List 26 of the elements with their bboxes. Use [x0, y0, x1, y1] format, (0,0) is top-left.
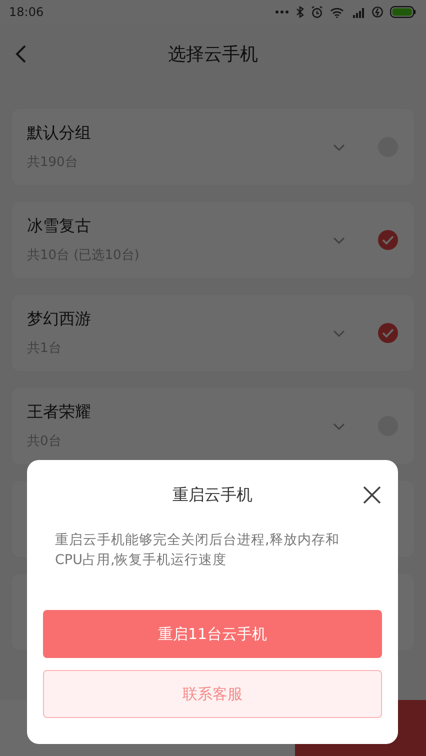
- contact-support-button[interactable]: 联系客服: [43, 670, 382, 718]
- restart-button[interactable]: 重启11台云手机: [43, 610, 382, 658]
- select-checkbox[interactable]: [378, 323, 398, 343]
- alarm-icon: [311, 6, 323, 18]
- charging-icon: [372, 6, 383, 18]
- dialog-message: 重启云手机能够完全关闭后台进程,释放内存和CPU占用,恢复手机运行速度: [55, 531, 340, 570]
- select-checkbox[interactable]: [378, 230, 398, 250]
- group-name: 王者荣耀: [27, 402, 92, 423]
- group-name: 冰雪复古: [27, 216, 92, 237]
- checkmark-icon: [382, 328, 394, 338]
- group-name: 梦幻西游: [27, 309, 92, 330]
- battery-icon: [390, 6, 416, 18]
- group-name: 默认分组: [27, 123, 92, 144]
- chevron-down-icon[interactable]: [332, 235, 346, 245]
- wifi-icon: [330, 6, 344, 18]
- bluetooth-icon: [296, 6, 304, 18]
- page-title: 选择云手机: [168, 43, 258, 66]
- dialog-title: 重启云手机: [172, 484, 252, 506]
- signal-icon: [351, 6, 365, 18]
- chevron-down-icon[interactable]: [332, 421, 346, 431]
- chevron-down-icon[interactable]: [332, 328, 346, 338]
- more-dots-icon: [275, 10, 289, 14]
- close-icon[interactable]: [362, 485, 382, 505]
- chevron-down-icon[interactable]: [332, 142, 346, 152]
- checkmark-icon: [382, 235, 394, 245]
- status-time: 18:06: [9, 5, 45, 19]
